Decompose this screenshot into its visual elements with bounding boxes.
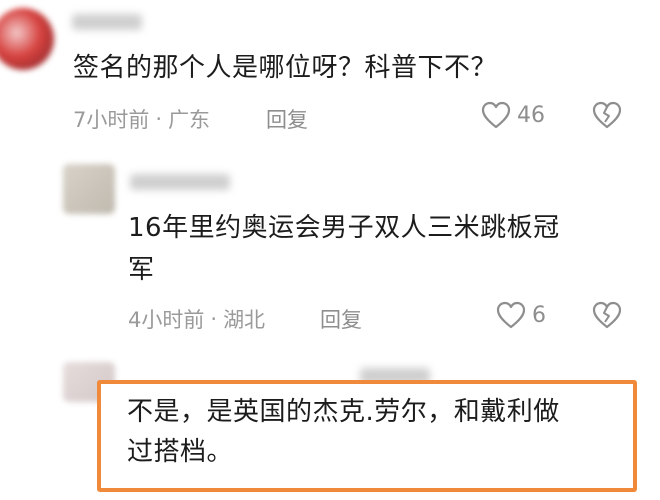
comment-text-line1: 不是，是英国的杰克.劳尔，和戴利做 (127, 397, 560, 427)
location: 湖北 (223, 308, 266, 332)
watermark-fragment (634, 466, 660, 496)
location: 广东 (168, 108, 211, 132)
heart-outline-icon (481, 101, 511, 129)
comment-meta: 7小时前 · 广东 (73, 104, 210, 134)
comment-1: 签名的那个人是哪位呀？科普下不？ 7小时前 · 广东 回复 46 (0, 0, 660, 140)
timestamp: 4小时前 (128, 308, 205, 332)
reply-button[interactable]: 回复 (320, 304, 362, 334)
avatar[interactable] (63, 164, 115, 214)
reply-button[interactable]: 回复 (266, 104, 308, 134)
timestamp: 7小时前 (73, 108, 150, 132)
like-count: 6 (532, 302, 546, 328)
avatar[interactable] (0, 8, 54, 70)
like-count: 46 (517, 102, 545, 128)
dislike-button[interactable] (592, 101, 622, 133)
like-button[interactable]: 46 (481, 101, 545, 129)
comment-text-line1: 16年里约奥运会男子双人三米跳板冠 (128, 213, 560, 243)
username-redacted (72, 14, 142, 30)
highlight-box: 不是，是英国的杰克.劳尔，和戴利做 过搭档。 (97, 380, 637, 492)
comment-text-line2: 军 (128, 255, 155, 285)
meta-separator: · (155, 107, 163, 131)
like-button[interactable]: 6 (496, 301, 546, 329)
comment-2: 16年里约奥运会男子双人三米跳板冠 军 4小时前 · 湖北 回复 6 (0, 150, 660, 340)
heart-outline-icon (496, 301, 526, 329)
comment-text-line2: 过搭档。 (127, 437, 234, 467)
broken-heart-icon (592, 101, 622, 133)
comment-meta: 4小时前 · 湖北 (128, 304, 265, 334)
meta-separator: · (210, 307, 218, 331)
comment-text: 签名的那个人是哪位呀？科普下不？ (73, 53, 498, 83)
broken-heart-icon (592, 301, 622, 333)
dislike-button[interactable] (592, 301, 622, 333)
username-redacted (130, 174, 230, 190)
